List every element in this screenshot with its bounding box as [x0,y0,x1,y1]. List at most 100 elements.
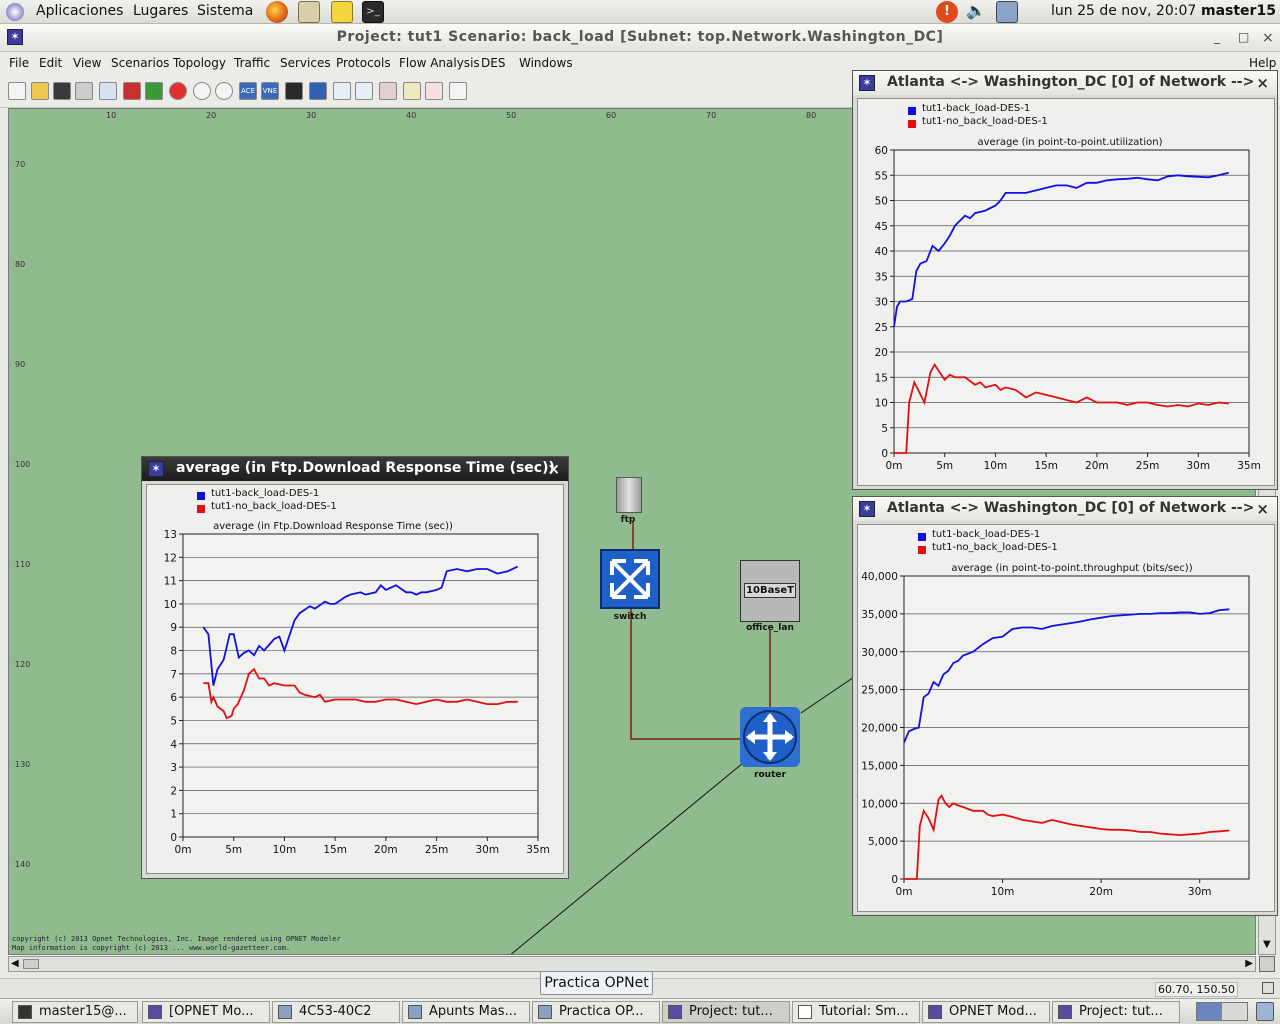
overview-icon[interactable] [1259,956,1275,972]
triangle-icon[interactable] [309,82,327,100]
menu-scenarios[interactable]: Scenarios [111,56,169,70]
graph-close-button[interactable]: × [1256,74,1269,92]
ruler-left-label: 100 [15,460,31,469]
clock[interactable]: lun 25 de nov, 20:07 [1051,3,1196,19]
menu-windows[interactable]: Windows [519,56,573,70]
lan-badge: 10BaseT [744,583,796,598]
trash-icon[interactable] [1256,1002,1274,1021]
menu-sistema[interactable]: Sistema [197,3,253,19]
menu-file[interactable]: File [9,56,29,70]
menu-des[interactable]: DES [481,56,505,70]
volume-icon[interactable]: 🔈 [966,1,986,20]
failure-icon[interactable] [169,82,187,100]
taskbar-item[interactable]: Tutorial: Sm... [792,1001,920,1023]
object-palette-icon[interactable] [99,82,117,100]
taskbar-item[interactable]: [OPNET Mo... [142,1001,270,1023]
workspace-switcher-icon[interactable] [1196,1002,1248,1021]
delete-icon[interactable] [123,82,141,100]
taskbar-item[interactable]: Project: tut... [662,1001,790,1023]
graph-window-app-icon: ✶ [859,75,875,91]
horizontal-scrollbar[interactable]: ◀ ▶ [8,956,1256,972]
office-lan-label: office_lan [746,623,794,633]
zoom-in-icon[interactable] [193,82,211,100]
switch-icon[interactable] [600,549,660,609]
menu-help[interactable]: Help [1249,56,1276,70]
network-icon[interactable] [996,1,1018,23]
scroll-thumb[interactable] [23,959,39,969]
edit-icon[interactable] [379,82,397,100]
taskbar-item[interactable]: master15@... [12,1001,138,1023]
taskbar-item-label: Apunts Mas... [429,1004,517,1019]
select-links-icon[interactable] [355,82,373,100]
taskbar-item[interactable]: Practica OP... [532,1001,660,1023]
open-icon[interactable] [31,82,49,100]
vne-icon[interactable]: VNE [261,82,279,100]
print-icon[interactable] [75,82,93,100]
firefox-icon[interactable] [266,1,288,23]
graph-window-throughput[interactable]: ✶ Atlanta <-> Washington_DC [0] of Netwo… [852,496,1278,916]
y-tick-label: 13 [164,529,177,541]
graph-icon[interactable] [425,82,443,100]
taskbar-item[interactable]: OPNET Mod... [922,1001,1050,1023]
status-lock-icon [1262,982,1274,994]
graph-window-title: Atlanta <-> Washington_DC [0] of Network… [887,74,1255,90]
y-tick-label: 5 [170,715,177,727]
menu-protocols[interactable]: Protocols [336,56,391,70]
save-icon[interactable] [53,82,71,100]
x-tick-label: 5m [225,844,242,856]
ftp-server-icon[interactable] [616,477,642,513]
terminal-icon[interactable]: >_ [362,1,384,23]
close-button[interactable]: × [1262,30,1274,46]
menu-services[interactable]: Services [280,56,331,70]
graph-window-titlebar[interactable]: ✶ average (in Ftp.Download Response Time… [142,457,568,481]
menu-edit[interactable]: Edit [39,56,62,70]
select-nodes-icon[interactable] [333,82,351,100]
graph-window-titlebar[interactable]: ✶ Atlanta <-> Washington_DC [0] of Netwo… [853,497,1277,521]
menu-aplicaciones[interactable]: Aplicaciones [36,3,123,19]
notes-icon[interactable] [331,1,353,23]
taskbar-item[interactable]: Apunts Mas... [402,1001,530,1023]
utilization-chart: average (in point-to-point.utilization) 0… [875,137,1261,472]
scroll-left-arrow-icon[interactable]: ◀ [11,958,19,969]
graph-close-button[interactable]: × [1256,500,1269,518]
gnome-top-panel: Aplicaciones Lugares Sistema >_ ! 🔈 lun … [0,0,1280,24]
view-results-icon[interactable] [403,82,421,100]
menu-flow-analysis[interactable]: Flow Analysis [399,56,480,70]
menu-view[interactable]: View [73,56,101,70]
update-icon[interactable]: ! [936,1,958,23]
graph-window-ftp[interactable]: ✶ average (in Ftp.Download Response Time… [141,456,569,879]
user-name[interactable]: master15 [1201,3,1276,19]
info-icon[interactable] [449,82,467,100]
scroll-down-arrow-icon[interactable]: ▼ [1263,939,1271,950]
menu-traffic[interactable]: Traffic [234,56,270,70]
office-lan-icon[interactable]: 10BaseT [740,560,800,622]
new-icon[interactable] [8,82,26,100]
minimize-button[interactable]: _ [1214,30,1220,44]
traffic-light-icon[interactable] [285,82,303,100]
graph-close-button[interactable]: × [547,460,560,478]
ruler-left-label: 120 [15,660,31,669]
y-tick-label: 3 [170,762,177,774]
chart-title: average (in point-to-point.utilization) [978,137,1163,148]
scroll-right-arrow-icon[interactable]: ▶ [1245,958,1253,969]
ruler-left-label: 130 [15,760,31,769]
taskbar-item[interactable]: Project: tut... [1052,1001,1180,1023]
gnome-foot-icon[interactable] [6,3,24,21]
zoom-out-icon[interactable] [215,82,233,100]
maximize-button[interactable]: □ [1238,30,1249,44]
menu-lugares[interactable]: Lugares [133,3,188,19]
mail-icon[interactable] [298,1,320,23]
taskbar-item[interactable]: 4C53-40C2 [272,1001,400,1023]
menu-topology[interactable]: Topology [173,56,226,70]
x-tick-label: 0m [175,844,192,856]
graph-window-titlebar[interactable]: ✶ Atlanta <-> Washington_DC [0] of Netwo… [853,71,1277,95]
ruler-top-label: 20 [206,111,217,120]
y-tick-label: 20 [875,347,888,359]
y-tick-label: 40 [875,246,888,258]
ftp-response-time-chart: average (in Ftp.Download Response Time (… [164,521,550,856]
ace-icon[interactable]: ACE [239,82,257,100]
router-icon[interactable] [740,707,800,767]
chart-title: average (in point-to-point.throughput (b… [951,563,1192,574]
graph-window-utilization[interactable]: ✶ Atlanta <-> Washington_DC [0] of Netwo… [852,70,1278,490]
check-links-icon[interactable] [145,82,163,100]
